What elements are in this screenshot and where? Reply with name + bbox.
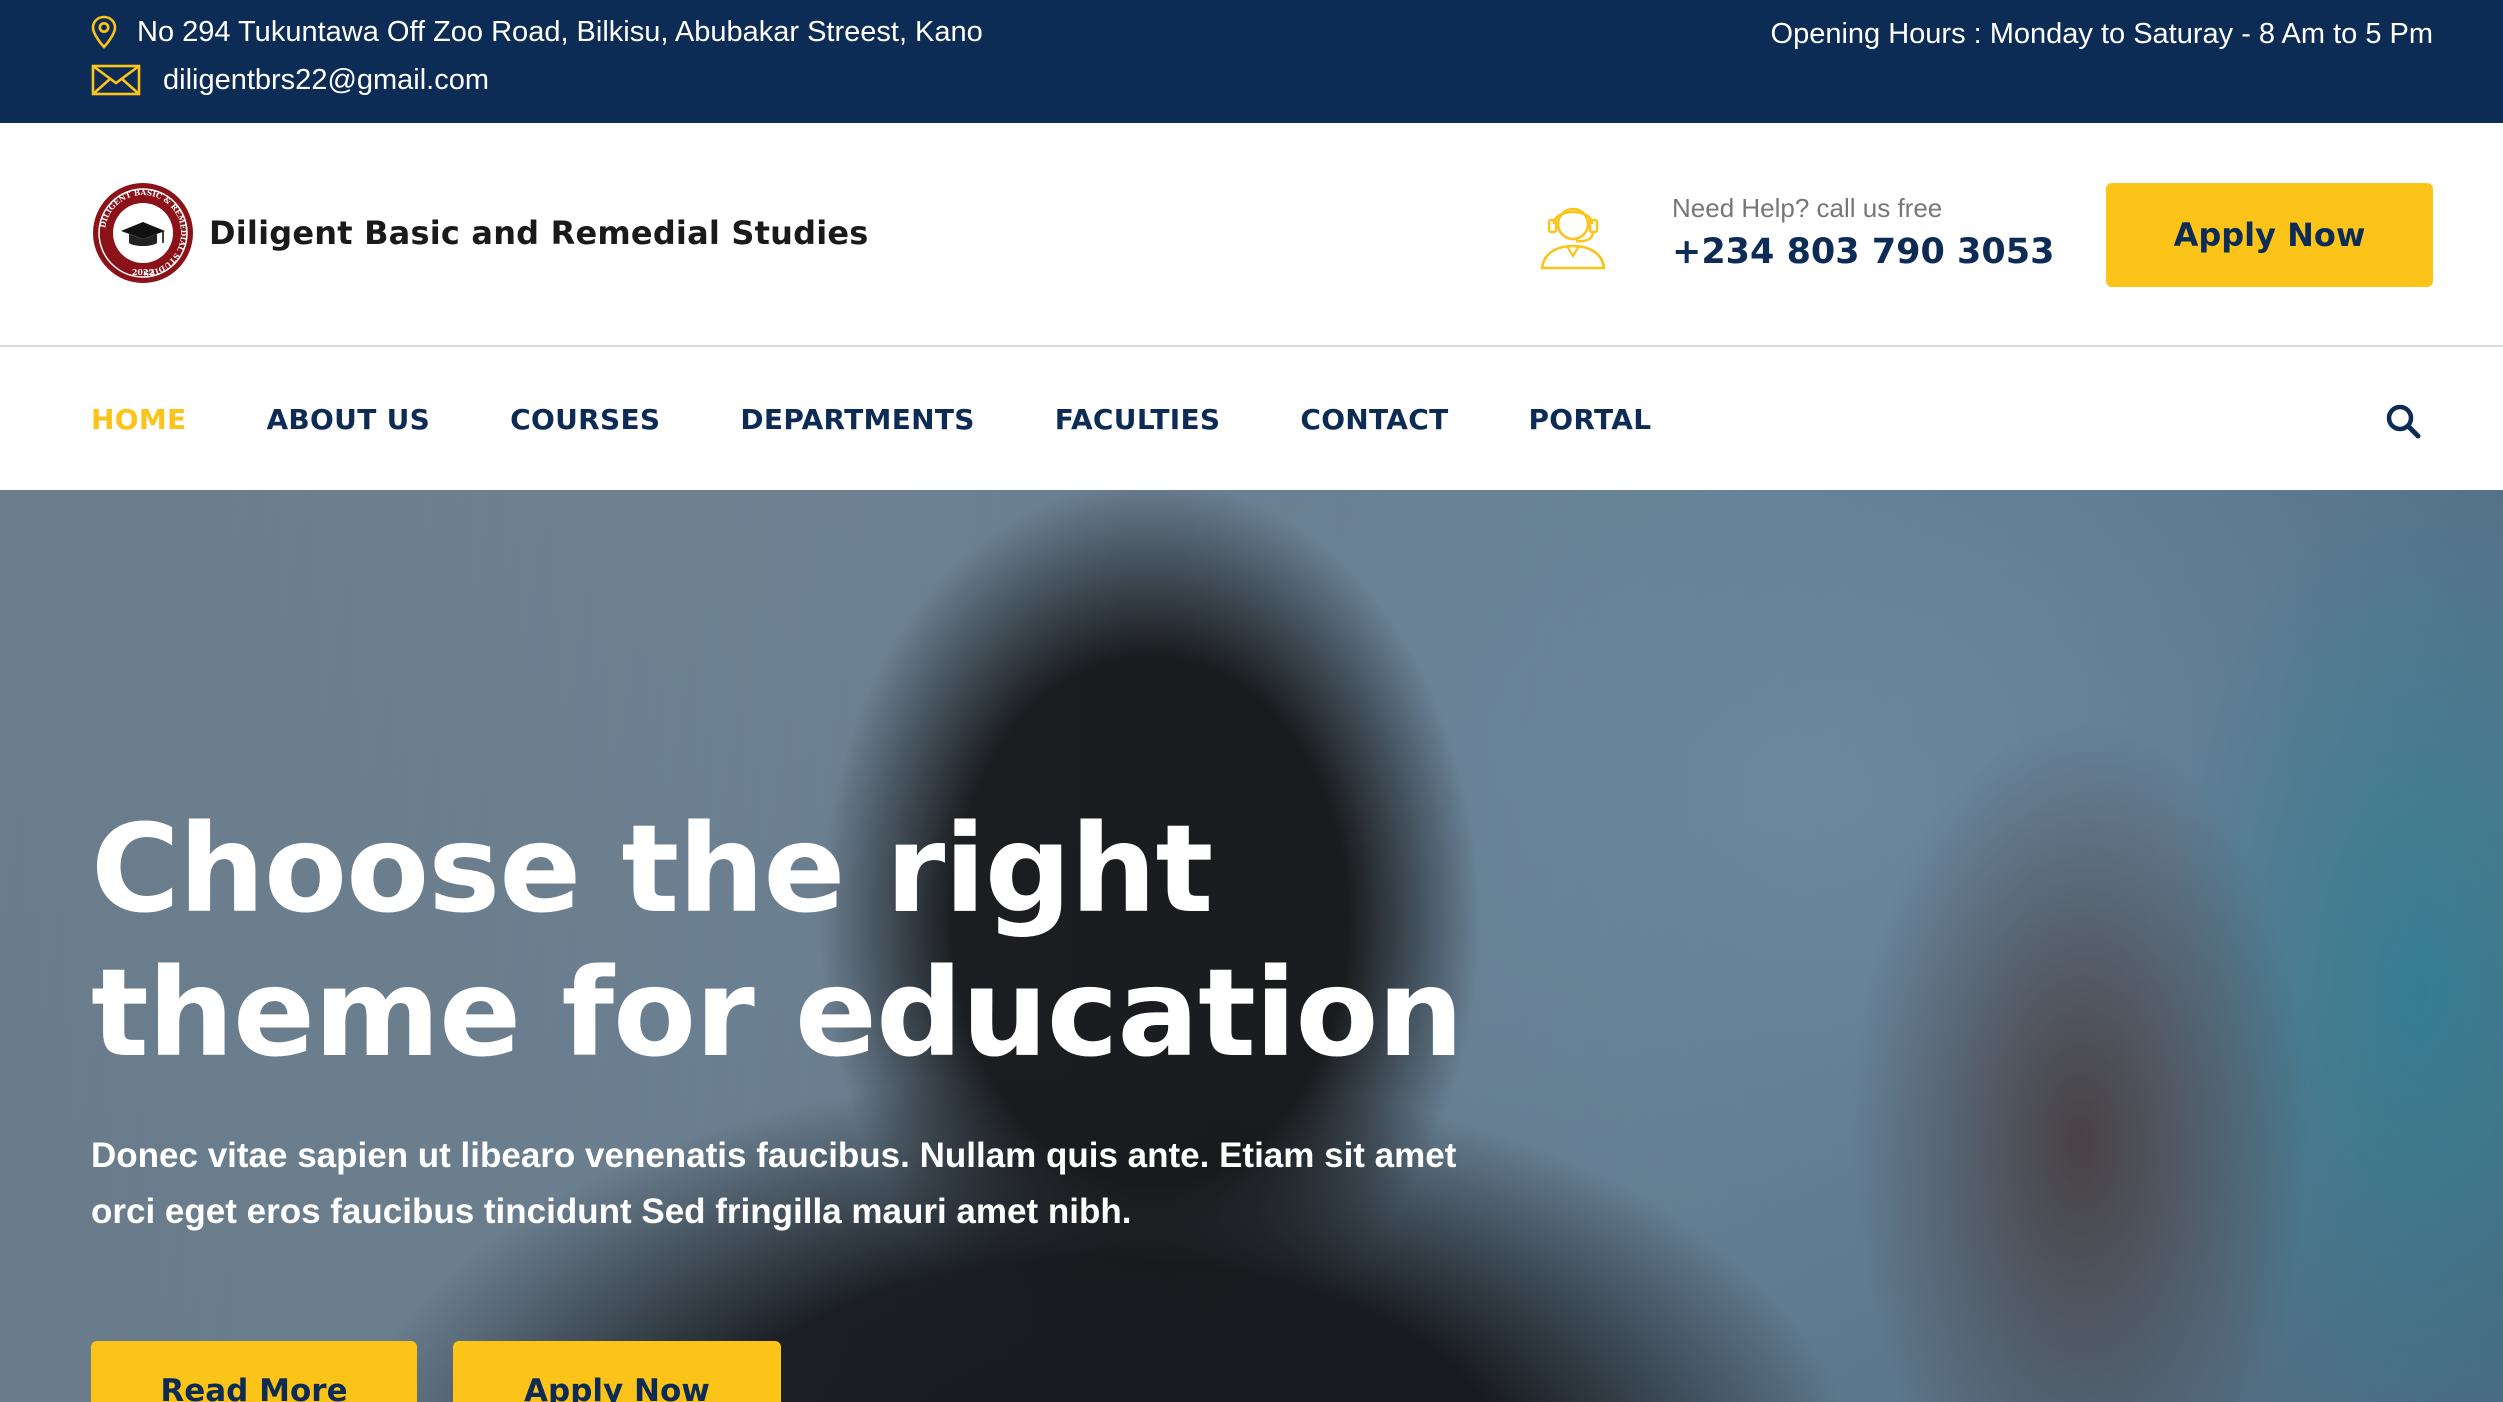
help-text-block: Need Help? call us free +234 803 790 305… xyxy=(1672,193,2054,272)
hero-actions: Read More Apply Now xyxy=(91,1341,781,1402)
nav-item-courses[interactable]: COURSES xyxy=(510,403,660,436)
envelope-icon xyxy=(91,64,141,96)
svg-text:2022: 2022 xyxy=(132,267,154,277)
location-pin-icon xyxy=(91,15,117,49)
help-phone-number[interactable]: +234 803 790 3053 xyxy=(1672,232,2054,272)
hero-title-line-2: theme for education xyxy=(91,943,1464,1084)
hero-apply-now-button[interactable]: Apply Now xyxy=(453,1341,781,1402)
hero-title: Choose the right theme for education xyxy=(91,798,1591,1086)
nav-item-about-us[interactable]: ABOUT US xyxy=(266,403,430,436)
hero-subtitle: Donec vitae sapien ut libearo venenatis … xyxy=(91,1136,1457,1231)
school-logo[interactable]: DILIGENT BASIC & REMEDIAL STUDIES 2022 xyxy=(91,181,195,285)
opening-hours: Opening Hours : Monday to Saturay - 8 Am… xyxy=(1770,17,2433,50)
address-row: No 294 Tukuntawa Off Zoo Road, Bilkisu, … xyxy=(91,14,983,50)
hero-banner: Choose the right theme for education Don… xyxy=(0,490,2503,1402)
hero-title-line-1: Choose the right xyxy=(91,799,1213,940)
help-contact: Need Help? call us free +234 803 790 305… xyxy=(1534,193,2054,272)
apply-now-button[interactable]: Apply Now xyxy=(2106,183,2433,287)
email-row[interactable]: diligentbrs22@gmail.com xyxy=(91,62,489,98)
address-text: No 294 Tukuntawa Off Zoo Road, Bilkisu, … xyxy=(137,15,983,48)
nav-menu: HOME ABOUT US COURSES DEPARTMENTS FACULT… xyxy=(91,349,1731,490)
read-more-button[interactable]: Read More xyxy=(91,1341,417,1402)
nav-item-portal[interactable]: PORTAL xyxy=(1528,403,1651,436)
help-label: Need Help? call us free xyxy=(1672,193,1943,223)
nav-item-contact[interactable]: CONTACT xyxy=(1300,403,1448,436)
nav-item-home[interactable]: HOME xyxy=(91,403,186,436)
search-icon[interactable] xyxy=(2383,401,2423,441)
brand-name[interactable]: Diligent Basic and Remedial Studies xyxy=(209,214,869,252)
nav-item-faculties[interactable]: FACULTIES xyxy=(1055,403,1221,436)
nav-item-departments[interactable]: DEPARTMENTS xyxy=(740,403,974,436)
email-link[interactable]: diligentbrs22@gmail.com xyxy=(163,64,489,97)
brand[interactable]: DILIGENT BASIC & REMEDIAL STUDIES 2022 D… xyxy=(91,181,869,285)
headset-support-icon xyxy=(1540,207,1606,269)
top-info-bar: No 294 Tukuntawa Off Zoo Road, Bilkisu, … xyxy=(0,0,2503,123)
main-navigation: HOME ABOUT US COURSES DEPARTMENTS FACULT… xyxy=(0,349,2503,490)
site-header: DILIGENT BASIC & REMEDIAL STUDIES 2022 D… xyxy=(0,123,2503,347)
